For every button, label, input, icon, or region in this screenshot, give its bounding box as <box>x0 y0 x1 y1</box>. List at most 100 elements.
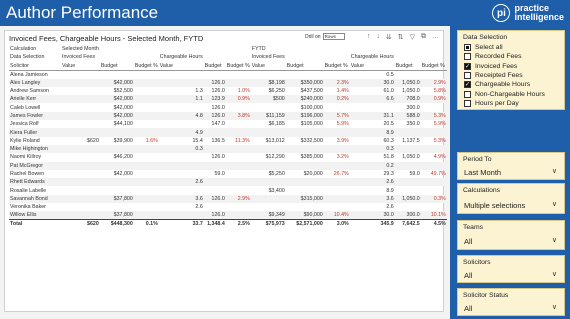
cell: $12,290 <box>265 154 285 161</box>
cell <box>204 203 226 211</box>
cell: $332,500 <box>300 137 323 144</box>
cell <box>133 144 159 154</box>
cell: 1,137.5 <box>402 137 420 144</box>
slicer-value: Last Month <box>464 168 502 177</box>
checkbox[interactable] <box>464 44 471 51</box>
cell: 1,050.0 <box>394 78 421 87</box>
cell: 1.1 <box>158 95 204 104</box>
table-row: Alena Jamieson 0.5 <box>9 70 447 79</box>
cell <box>134 87 159 95</box>
checkbox[interactable] <box>464 99 471 107</box>
filter-icon[interactable]: ▽ <box>410 33 415 41</box>
cell: 126.0 <box>203 211 226 220</box>
data-selection-option[interactable]: Select all <box>464 44 503 51</box>
data-selection-option[interactable]: Receipted Fees <box>464 71 523 79</box>
cell <box>133 128 159 137</box>
cell <box>159 186 204 194</box>
expand-all-icon[interactable]: ⇅ <box>398 33 404 41</box>
solicitors-slicer[interactable]: Solicitors All ∨ <box>457 255 565 283</box>
cell <box>61 170 100 178</box>
focus-mode-icon[interactable]: ⧉ <box>421 33 426 41</box>
cell <box>100 203 134 211</box>
cell: $437,500 <box>300 88 323 95</box>
cell: 61.0 <box>383 88 394 95</box>
cell <box>225 211 251 220</box>
cell: 1,050.0 <box>402 154 420 161</box>
cell <box>286 70 324 79</box>
table-row: Arielle Kerr $42,000 1.1 123.9 0.9% $500 $240,… <box>9 95 447 104</box>
data-selection-option[interactable]: Non-Chargeable Hours <box>464 90 545 98</box>
cell: $5,250 <box>268 171 285 177</box>
cell: 136.5 <box>211 137 225 144</box>
cell <box>324 70 350 79</box>
checkbox[interactable]: ✓ <box>464 81 471 89</box>
chevron-down-icon[interactable]: ∨ <box>552 236 557 244</box>
data-selection-option[interactable]: Hours per Day <box>464 99 519 107</box>
table-row: Kylie Roland $620 $39,900 1.6% 15.4 136.5 11.3… <box>9 137 447 145</box>
cell <box>421 70 447 79</box>
cell <box>250 144 286 154</box>
header-row: Solicitor Value Budget Budget % Value Budget B… <box>9 61 447 71</box>
cell: 5.9% <box>336 121 349 128</box>
header-row: Calculation Selected Month FYTD <box>9 45 447 53</box>
cell: 20.5 <box>383 121 394 128</box>
table-row: Veronika Baker 2.6 2.6 <box>9 203 447 211</box>
cell: $100,000 <box>300 104 323 111</box>
cell: $9,349 <box>250 211 286 220</box>
more-options-icon[interactable]: … <box>432 33 439 41</box>
cell <box>251 103 286 111</box>
cell: 10.1% <box>420 211 447 220</box>
cell: 30.0 <box>349 78 395 87</box>
period-to-slicer[interactable]: Period To Last Month ∨ <box>457 152 565 180</box>
go-to-next-level-icon[interactable]: ⇊ <box>386 33 392 41</box>
row-label: Total <box>9 219 61 229</box>
row-label: Arielle Kerr <box>9 95 61 104</box>
cell <box>133 178 159 187</box>
cell: 0.1% <box>133 219 159 229</box>
cell <box>133 111 159 121</box>
cell: 4.5% <box>420 219 447 229</box>
cell <box>226 45 251 53</box>
solicitor-status-slicer[interactable]: Solicitor Status All ∨ <box>457 288 565 316</box>
cell: $105,000 <box>300 121 323 128</box>
checkbox[interactable]: ✓ <box>464 62 471 70</box>
data-selection-option[interactable]: ✓ Invoiced Fees <box>464 62 517 70</box>
cell: $385,000 <box>300 154 323 161</box>
checkbox[interactable] <box>464 71 471 79</box>
chevron-down-icon[interactable]: ∨ <box>552 270 557 278</box>
cell <box>204 53 226 61</box>
teams-slicer[interactable]: Teams All ∨ <box>457 220 565 250</box>
drill-down-icon[interactable]: ↓ <box>376 33 380 41</box>
checkbox[interactable] <box>464 53 471 61</box>
drill-up-icon[interactable]: ↑ <box>367 33 371 41</box>
page-title: Author Performance <box>6 3 159 22</box>
checkbox[interactable] <box>464 90 471 98</box>
cell: $75,973 <box>250 219 286 229</box>
matrix-visual[interactable]: Invoiced Fees, Chargeable Hours - Select… <box>4 30 447 312</box>
slicer-title: Teams <box>463 224 484 231</box>
cell: Chargeable Hours <box>350 54 394 61</box>
cell <box>99 161 134 170</box>
row-label: Alena Jamieson <box>10 71 48 78</box>
cell <box>226 170 251 178</box>
cell <box>203 161 226 170</box>
data-selection-option[interactable]: ✓ Chargeable Hours <box>464 81 530 89</box>
calculations-slicer[interactable]: Calculations Multiple selections ∨ <box>457 183 565 214</box>
data-selection-option[interactable]: Recorded Fees <box>464 53 521 61</box>
drill-select[interactable]: Rows <box>322 33 345 40</box>
cell: 350.0 <box>406 121 420 128</box>
cell <box>159 120 204 128</box>
cell <box>324 45 350 53</box>
cell: 300.0 <box>394 211 421 220</box>
cell <box>226 120 251 128</box>
cell <box>225 78 251 87</box>
cell <box>203 178 226 187</box>
cell <box>61 78 100 87</box>
chevron-down-icon[interactable]: ∨ <box>552 303 557 311</box>
row-label: Rachel Bowen <box>10 171 45 177</box>
chevron-down-icon[interactable]: ∨ <box>552 200 557 208</box>
cell <box>133 95 159 104</box>
cell <box>395 203 421 211</box>
cell <box>225 178 251 187</box>
chevron-down-icon[interactable]: ∨ <box>552 167 557 175</box>
